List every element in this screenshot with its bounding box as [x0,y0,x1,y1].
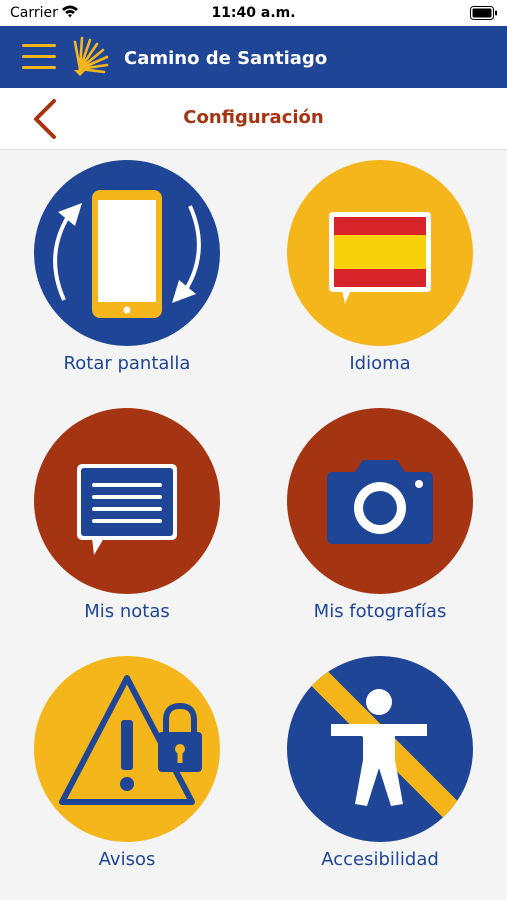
menu-item-label: Accesibilidad [321,849,439,870]
battery-icon [470,6,497,20]
warning-lock-icon [34,656,220,842]
menu-item-label: Idioma [349,353,411,374]
spanish-flag-icon [287,160,473,346]
hamburger-icon [22,55,56,58]
app-title: Camino de Santiago [124,48,328,69]
menu-item-label: Rotar pantalla [63,353,191,374]
photos-button[interactable]: Mis fotografías [280,408,480,640]
sub-header: Configuración [0,88,507,150]
page-title: Configuración [183,107,324,128]
camera-icon [287,408,473,594]
menu-item-label: Avisos [98,849,156,870]
clock: 11:40 a.m. [211,5,296,21]
notes-button[interactable]: Mis notas [27,408,227,640]
rotate-screen-button[interactable]: Rotar pantalla [27,160,227,392]
menu-item-label: Mis fotografías [313,601,447,622]
app-bar: Camino de Santiago [0,26,507,88]
rotate-phone-icon [34,160,220,346]
status-bar: Carrier 11:40 a.m. [0,0,507,26]
menu-item-label: Mis notas [84,601,170,622]
scallop-shell-icon [73,36,109,76]
hamburger-icon [22,66,56,69]
accessibility-icon [287,656,473,842]
hamburger-menu-button[interactable] [20,40,58,74]
notes-icon [34,408,220,594]
language-button[interactable]: Idioma [280,160,480,392]
hamburger-icon [22,44,56,47]
accessibility-button[interactable]: Accesibilidad [280,656,480,888]
warnings-button[interactable]: Avisos [27,656,227,888]
